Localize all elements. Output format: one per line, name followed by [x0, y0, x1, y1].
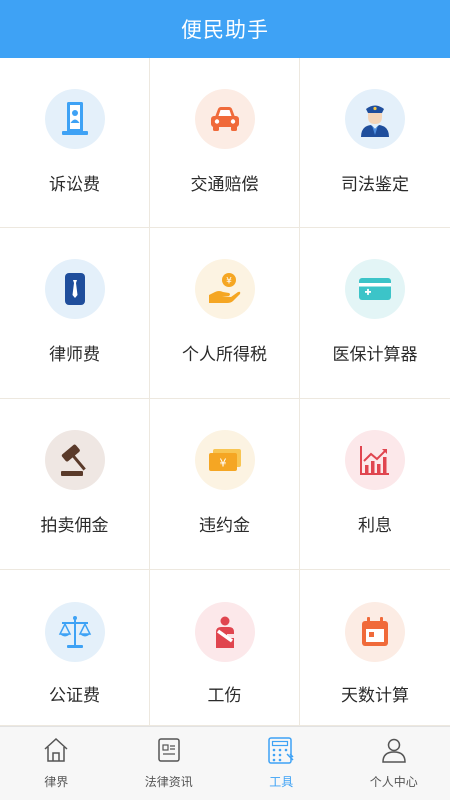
tab-label: 律界 [44, 775, 69, 789]
tool-label: 利息 [358, 516, 392, 536]
tool-judicial-appraisal[interactable]: 司法鉴定 [300, 58, 450, 228]
tool-label: 工伤 [207, 686, 242, 706]
tools-grid: 诉讼费 交通赔偿 司法鉴定 律师费 ¥ 个人所得税 医保计算器 拍卖佣金 ¥ 违… [0, 58, 450, 726]
tool-interest[interactable]: 利息 [300, 399, 450, 570]
tool-litigation-fee[interactable]: 诉讼费 [0, 58, 150, 228]
yuan-hand-icon: ¥ [195, 259, 255, 319]
home-icon [44, 737, 68, 762]
tool-medical-insurance-calculator[interactable]: 医保计算器 [300, 228, 450, 399]
medical-card-icon [345, 259, 405, 319]
tool-lawyer-fee[interactable]: 律师费 [0, 228, 150, 399]
calendar-icon [345, 602, 405, 662]
tool-label: 拍卖佣金 [40, 516, 109, 536]
app-header: 便民助手 [0, 0, 450, 58]
bottom-tab-bar: 律界 法律资讯 工具 个人中心 [0, 726, 450, 800]
page-title: 便民助手 [181, 18, 269, 42]
tool-label: 诉讼费 [49, 175, 100, 195]
svg-text:¥: ¥ [220, 457, 227, 470]
tab-legal-news[interactable]: 法律资讯 [113, 727, 226, 800]
tool-label: 公证费 [49, 686, 100, 706]
tab-label: 工具 [269, 775, 294, 789]
tool-day-calculation[interactable]: 天数计算 [300, 570, 450, 726]
tool-liquidated-damages[interactable]: ¥ 违约金 [150, 399, 300, 570]
tab-label: 个人中心 [369, 775, 418, 789]
tab-tools[interactable]: 工具 [225, 727, 338, 800]
car-icon [195, 89, 255, 149]
certificate-icon [45, 89, 105, 149]
necktie-icon [45, 259, 105, 319]
tool-label: 天数计算 [341, 686, 409, 706]
scales-icon [45, 602, 105, 662]
svg-text:¥: ¥ [226, 277, 232, 287]
tool-label: 医保计算器 [332, 345, 418, 365]
banknote-icon: ¥ [195, 430, 255, 490]
tab-law-world[interactable]: 律界 [0, 727, 113, 800]
gavel-icon [45, 430, 105, 490]
tool-work-injury[interactable]: 工伤 [150, 570, 300, 726]
tool-traffic-compensation[interactable]: 交通赔偿 [150, 58, 300, 228]
injured-worker-icon [195, 602, 255, 662]
tool-auction-commission[interactable]: 拍卖佣金 [0, 399, 150, 570]
tool-label: 交通赔偿 [190, 175, 259, 195]
calculator-icon [268, 737, 294, 764]
growth-chart-icon [345, 430, 405, 490]
news-icon [158, 738, 180, 762]
tool-income-tax[interactable]: ¥ 个人所得税 [150, 228, 300, 399]
tab-label: 法律资讯 [144, 775, 193, 789]
tool-label: 个人所得税 [182, 345, 267, 365]
person-icon [381, 738, 406, 763]
tab-personal-center[interactable]: 个人中心 [338, 727, 450, 800]
police-officer-icon [345, 89, 405, 149]
tool-label: 律师费 [49, 345, 100, 365]
tool-notary-fee[interactable]: 公证费 [0, 570, 150, 726]
tool-label: 司法鉴定 [341, 175, 409, 195]
tool-label: 违约金 [199, 516, 250, 536]
